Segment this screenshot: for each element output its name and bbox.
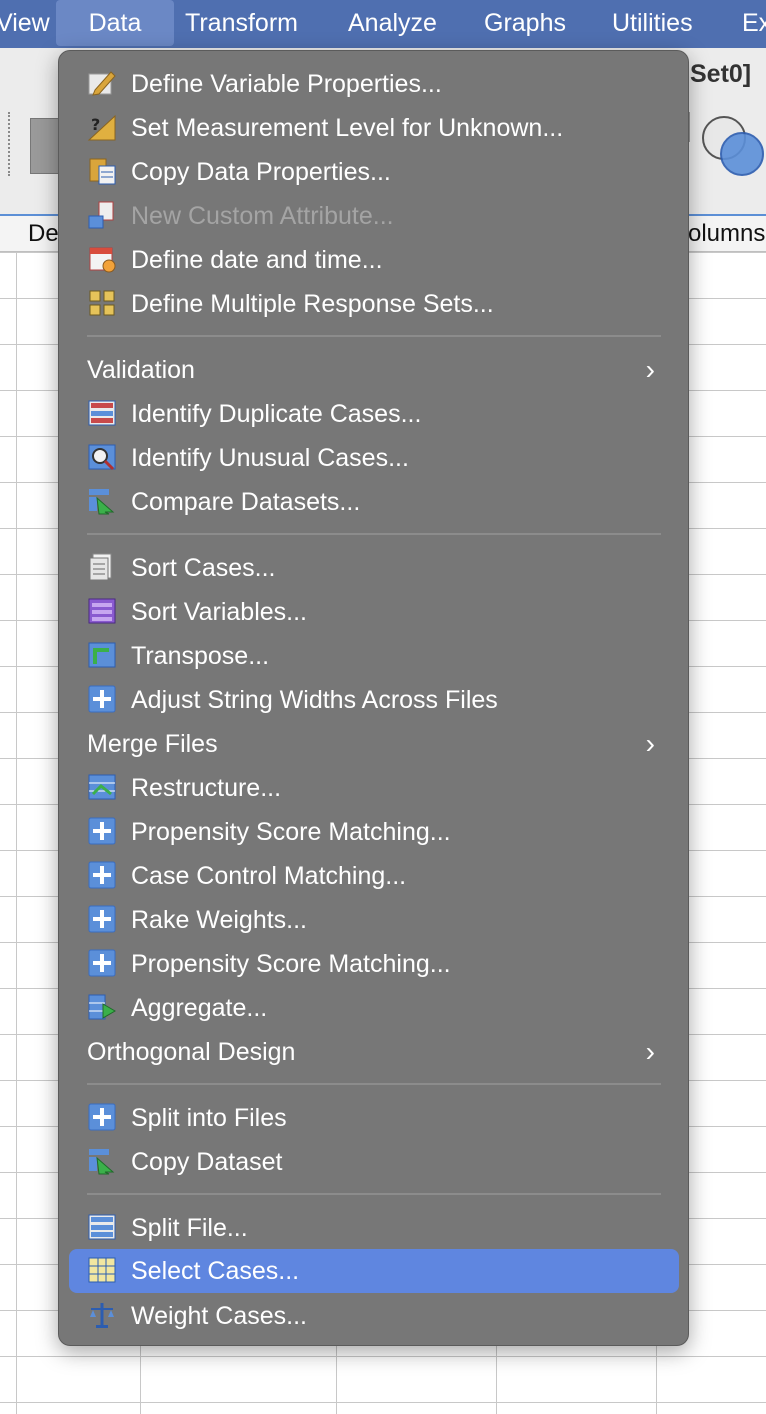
transpose-icon <box>87 640 117 670</box>
split-file-icon <box>87 1212 117 1242</box>
menu-analyze[interactable]: Analyze <box>348 0 437 48</box>
aggregate-icon <box>87 992 117 1022</box>
menu-item-copy-dataset[interactable]: Copy Dataset <box>69 1141 679 1183</box>
data-menu-dropdown: Define Variable Properties... ? Set Meas… <box>58 50 689 1346</box>
menu-separator <box>87 335 661 337</box>
attribute-icon <box>87 200 117 230</box>
compare-icon <box>87 1146 117 1176</box>
magnifier-icon <box>87 442 117 472</box>
grid-line <box>16 252 17 1414</box>
svg-text:?: ? <box>91 115 100 134</box>
menu-item-adjust-string-widths[interactable]: Adjust String Widths Across Files <box>69 679 679 721</box>
sort-cases-icon <box>87 552 117 582</box>
scale-icon <box>87 1300 117 1330</box>
menu-item-identify-unusual-cases[interactable]: Identify Unusual Cases... <box>69 437 679 479</box>
menu-item-validation[interactable]: Validation › <box>69 349 679 391</box>
menu-item-split-into-files[interactable]: Split into Files <box>69 1097 679 1139</box>
menu-separator <box>87 1193 661 1195</box>
menu-item-transpose[interactable]: Transpose... <box>69 635 679 677</box>
plus-icon <box>87 904 117 934</box>
menu-item-orthogonal-design[interactable]: Orthogonal Design › <box>69 1031 679 1073</box>
calendar-icon <box>87 244 117 274</box>
menu-view[interactable]: View <box>0 0 50 48</box>
sort-variables-icon <box>87 596 117 626</box>
chevron-right-icon: › <box>645 354 655 385</box>
grid4-icon <box>87 288 117 318</box>
menu-utilities[interactable]: Utilities <box>612 0 693 48</box>
menu-item-split-file[interactable]: Split File... <box>69 1207 679 1249</box>
column-header-columns[interactable]: olumns <box>688 220 765 248</box>
menu-extensions[interactable]: Ex <box>742 0 766 48</box>
plus-icon <box>87 1102 117 1132</box>
select-cases-icon <box>87 1255 117 1285</box>
restructure-icon <box>87 772 117 802</box>
venn-icon-overlap <box>720 132 764 176</box>
menu-item-weight-cases[interactable]: Weight Cases... <box>69 1295 679 1337</box>
duplicate-icon <box>87 398 117 428</box>
plus-icon <box>87 684 117 714</box>
window-title: Set0] <box>690 60 752 88</box>
pencil-icon <box>87 68 117 98</box>
chevron-right-icon: › <box>645 728 655 759</box>
toolbar-separator <box>8 112 12 176</box>
menu-item-sort-variables[interactable]: Sort Variables... <box>69 591 679 633</box>
copy-properties-icon <box>87 156 117 186</box>
menu-item-set-measurement-level[interactable]: ? Set Measurement Level for Unknown... <box>69 107 679 149</box>
measure-icon: ? <box>87 112 117 142</box>
menu-graphs[interactable]: Graphs <box>484 0 566 48</box>
menu-item-rake-weights[interactable]: Rake Weights... <box>69 899 679 941</box>
menu-item-propensity-score-matching-2[interactable]: Propensity Score Matching... <box>69 943 679 985</box>
menu-item-define-date-time[interactable]: Define date and time... <box>69 239 679 281</box>
menu-item-sort-cases[interactable]: Sort Cases... <box>69 547 679 589</box>
menu-item-define-multiple-response-sets[interactable]: Define Multiple Response Sets... <box>69 283 679 325</box>
menu-transform[interactable]: Transform <box>185 0 298 48</box>
plus-icon <box>87 860 117 890</box>
menu-item-restructure[interactable]: Restructure... <box>69 767 679 809</box>
menu-item-new-custom-attribute: New Custom Attribute... <box>69 195 679 237</box>
plus-icon <box>87 948 117 978</box>
chevron-right-icon: › <box>645 1036 655 1067</box>
column-header-left[interactable]: De <box>28 220 59 248</box>
menu-item-select-cases[interactable]: Select Cases... <box>69 1249 679 1293</box>
menu-item-propensity-score-matching[interactable]: Propensity Score Matching... <box>69 811 679 853</box>
menu-item-merge-files[interactable]: Merge Files › <box>69 723 679 765</box>
menu-bar: View Data Transform Analyze Graphs Utili… <box>0 0 766 48</box>
menu-item-copy-data-properties[interactable]: Copy Data Properties... <box>69 151 679 193</box>
menu-item-identify-duplicate-cases[interactable]: Identify Duplicate Cases... <box>69 393 679 435</box>
menu-separator <box>87 533 661 535</box>
menu-item-aggregate[interactable]: Aggregate... <box>69 987 679 1029</box>
menu-item-case-control-matching[interactable]: Case Control Matching... <box>69 855 679 897</box>
menu-item-define-variable-properties[interactable]: Define Variable Properties... <box>69 63 679 105</box>
plus-icon <box>87 816 117 846</box>
compare-icon <box>87 486 117 516</box>
menu-item-compare-datasets[interactable]: Compare Datasets... <box>69 481 679 523</box>
menu-data[interactable]: Data <box>56 0 174 46</box>
menu-separator <box>87 1083 661 1085</box>
